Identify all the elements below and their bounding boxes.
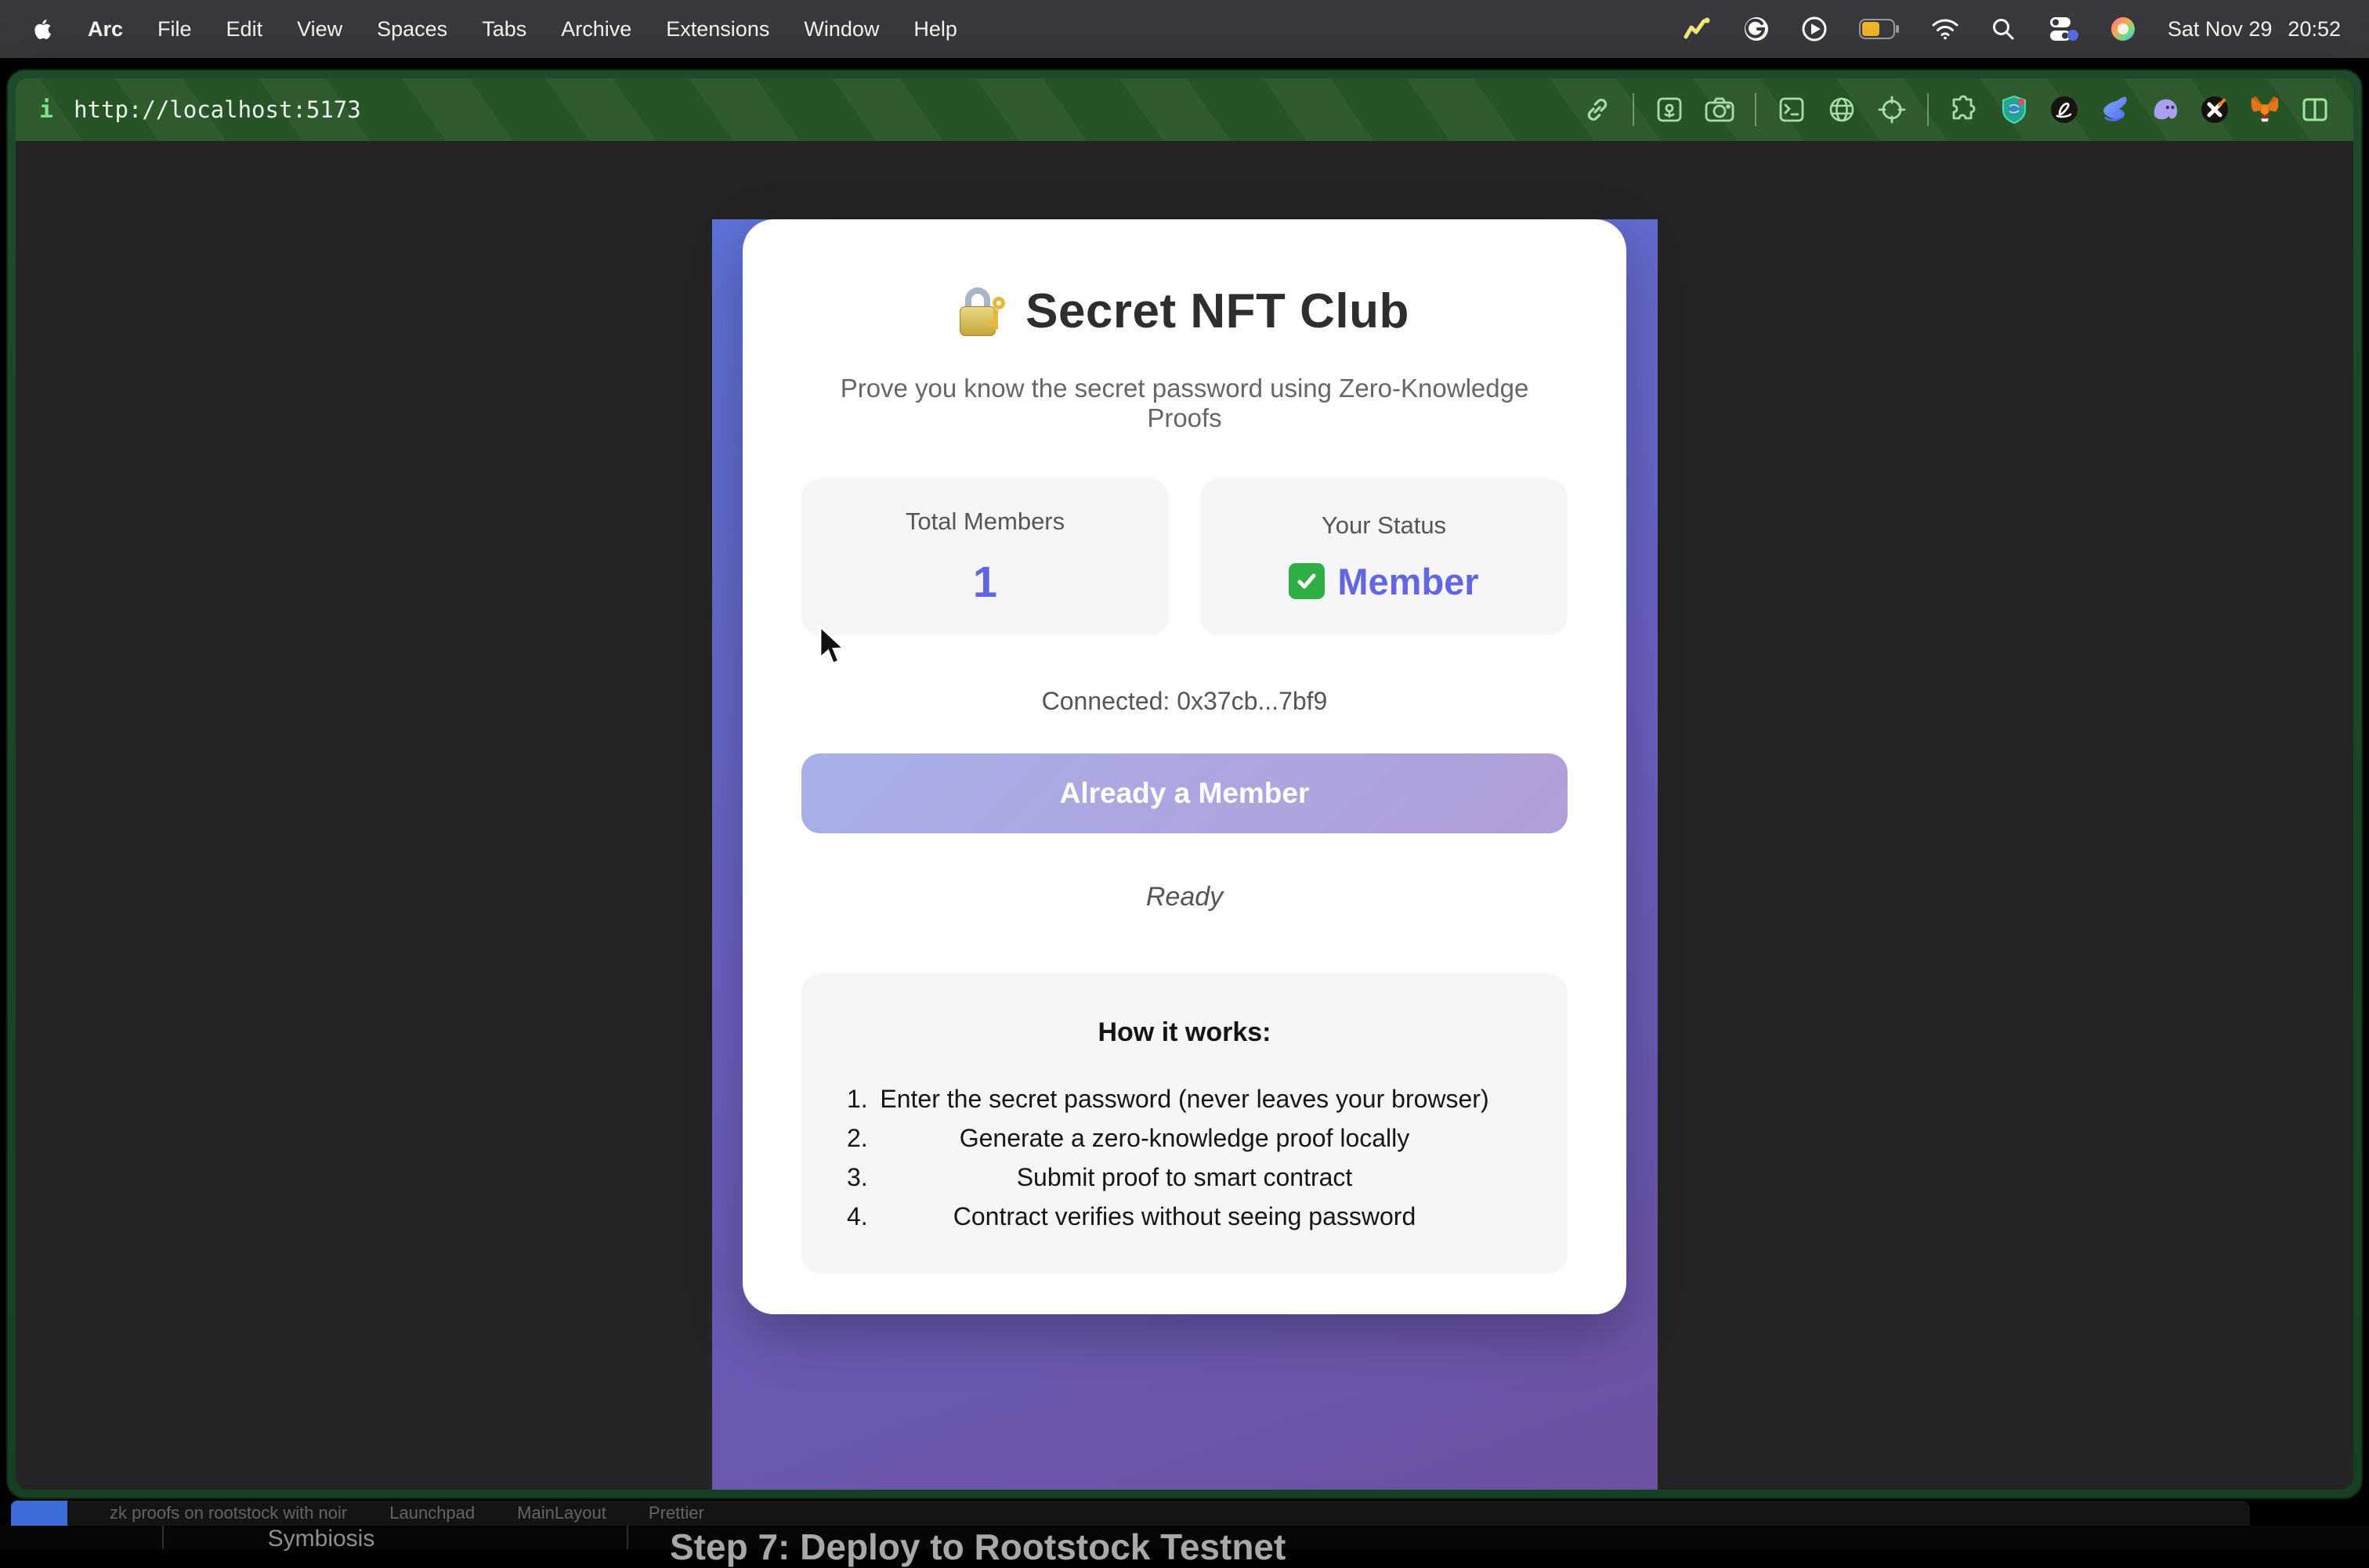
background-windows: zk proofs on rootstock with noir Launchp… [0, 1499, 2369, 1538]
split-view-icon[interactable] [2300, 95, 2330, 125]
site-info-icon[interactable] [39, 96, 53, 124]
toolbar-divider [1633, 93, 1634, 126]
code-editor-statusbar[interactable]: zk proofs on rootstock with noir Launchp… [11, 1501, 2250, 1526]
grammarly-icon[interactable] [1743, 16, 1770, 42]
menubar-time: 20:52 [2288, 17, 2341, 42]
menu-window[interactable]: Window [804, 17, 879, 42]
check-mark-icon [1289, 563, 1325, 599]
statusbar-branch-text: zk proofs on rootstock with noir [110, 1503, 347, 1523]
battery-icon[interactable] [1859, 19, 1900, 39]
statusbar-item: MainLayout [517, 1503, 606, 1523]
x-wallet-icon[interactable] [2200, 95, 2230, 125]
webpage-viewport: Secret NFT Club Prove you know the secre… [16, 141, 2353, 1490]
page-title-text: Secret NFT Club [1025, 284, 1409, 339]
page-gradient-background: Secret NFT Club Prove you know the secre… [712, 219, 1658, 1490]
url-text[interactable]: http://localhost:5173 [74, 96, 361, 123]
page-title: Secret NFT Club [801, 284, 1568, 339]
link-icon[interactable] [1582, 95, 1612, 125]
url-bar[interactable]: http://localhost:5173 [39, 96, 361, 124]
menu-help[interactable]: Help [913, 17, 957, 42]
statusbar-item: Prettier [649, 1503, 704, 1523]
already-member-button[interactable]: Already a Member [801, 753, 1568, 833]
terminal-icon[interactable] [1777, 95, 1807, 125]
macos-menu-bar: Arc File Edit View Spaces Tabs Archive E… [0, 0, 2369, 58]
menu-extensions[interactable]: Extensions [666, 17, 769, 42]
toolbar-divider [1927, 93, 1929, 126]
remote-indicator[interactable] [11, 1501, 67, 1526]
play-circle-icon[interactable] [1801, 16, 1828, 42]
background-tab-title: Symbiosis [235, 1526, 407, 1552]
control-toggles-icon[interactable] [2047, 16, 2078, 42]
connected-address: Connected: 0x37cb...7bf9 [801, 687, 1568, 716]
picture-in-picture-icon[interactable] [1655, 95, 1684, 125]
stocks-icon[interactable] [1684, 16, 1712, 42]
background-doc-heading: Step 7: Deploy to Rootstock Testnet [670, 1526, 1286, 1568]
wifi-icon[interactable] [1931, 18, 1959, 40]
menu-tabs[interactable]: Tabs [482, 17, 526, 42]
rabby-wallet-icon[interactable] [2100, 95, 2129, 125]
stat-label: Your Status [1322, 511, 1446, 540]
statusbar-item: Launchpad [389, 1503, 475, 1523]
page-subtitle: Prove you know the secret password using… [801, 374, 1568, 433]
menu-edit[interactable]: Edit [226, 17, 263, 42]
lock-with-key-icon [960, 287, 1005, 336]
menubar-date: Sat Nov 29 [2168, 17, 2273, 42]
apple-logo-icon[interactable] [28, 16, 53, 42]
toolbar-divider [1755, 93, 1756, 126]
menu-view[interactable]: View [297, 17, 342, 42]
search-icon[interactable] [1991, 16, 2016, 42]
how-it-works-title: How it works: [833, 1017, 1536, 1048]
camera-icon[interactable] [1705, 95, 1734, 125]
list-item: 2. Generate a zero-knowledge proof local… [833, 1118, 1536, 1158]
secret-nft-club-card: Secret NFT Club Prove you know the secre… [743, 219, 1626, 1314]
divider [162, 1526, 164, 1549]
siri-icon[interactable] [2110, 16, 2136, 42]
your-status-stat: Your Status Member [1200, 479, 1568, 635]
divider [627, 1526, 628, 1549]
arc-browser-window: http://localhost:5173 [6, 69, 2363, 1499]
globe-icon[interactable] [1827, 95, 1857, 125]
menu-file[interactable]: File [157, 17, 192, 42]
phantom-wallet-icon[interactable] [2150, 95, 2179, 125]
menu-app-name[interactable]: Arc [88, 17, 123, 42]
member-status-text: Member [1337, 560, 1478, 603]
how-it-works-box: How it works: 1. Enter the secret passwo… [801, 974, 1568, 1274]
background-document-row[interactable]: Symbiosis Step 7: Deploy to Rootstock Te… [0, 1526, 2369, 1549]
menu-spaces[interactable]: Spaces [377, 17, 447, 42]
list-item: 3. Submit proof to smart contract [833, 1158, 1536, 1197]
status-text: Ready [801, 882, 1568, 912]
how-it-works-list: 1. Enter the secret password (never leav… [833, 1079, 1536, 1236]
menubar-clock[interactable]: Sat Nov 29 20:52 [2168, 17, 2341, 42]
puzzle-extension-icon[interactable] [1949, 95, 1979, 125]
browser-toolbar: http://localhost:5173 [16, 78, 2353, 141]
list-item: 1. Enter the secret password (never leav… [833, 1079, 1536, 1118]
crosshair-icon[interactable] [1877, 95, 1907, 125]
list-item: 4. Contract verifies without seeing pass… [833, 1197, 1536, 1236]
script-l-icon[interactable] [2049, 95, 2079, 125]
total-members-stat: Total Members 1 [801, 479, 1169, 635]
menu-archive[interactable]: Archive [561, 17, 631, 42]
shield-privacy-icon[interactable] [1999, 95, 2029, 125]
metamask-icon[interactable] [2250, 95, 2280, 125]
mouse-cursor [817, 625, 852, 673]
stat-value: 1 [973, 556, 997, 607]
stat-label: Total Members [906, 508, 1065, 536]
